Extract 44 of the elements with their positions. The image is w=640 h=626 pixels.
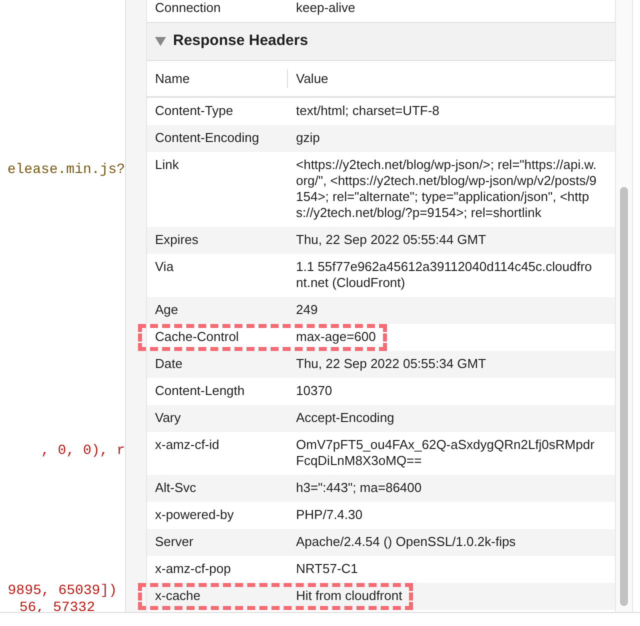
header-name: Link (154, 157, 180, 174)
header-value: text/html; charset=UTF-8 (296, 103, 440, 118)
header-value: keep-alive (295, 0, 356, 16)
code-text: 9895, 65039]) (8, 583, 117, 599)
header-name: Connection (154, 0, 222, 16)
header-value: h3=":443"; ma=86400 (296, 480, 422, 495)
header-name: Alt-Svc (154, 480, 198, 496)
header-name: Cache-Control (154, 329, 240, 345)
column-header: Name (147, 68, 288, 88)
section-title: Response Headers (173, 31, 308, 51)
header-value: 1.1 55f77e962a45612a39112040d114c45c.cloudfront.net (CloudFront) (296, 259, 592, 290)
header-name: Via (154, 259, 175, 276)
header-name: x-powered-by (154, 507, 235, 523)
header-value: OmV7pFT5_ou4FAx_62Q-aSxdygQRn2Lfj0sRMpdrFcqDiLnM8X3oMQ== (296, 437, 594, 468)
header-name: x-amz-cf-pop (154, 561, 232, 577)
header-value: PHP/7.4.30 (296, 507, 362, 522)
scrollbar-thumb[interactable] (620, 187, 628, 606)
header-value: Accept-Encoding (296, 410, 394, 425)
header-value: Thu, 22 Sep 2022 05:55:44 GMT (296, 232, 486, 247)
header-value: Thu, 22 Sep 2022 05:55:34 GMT (296, 356, 486, 371)
header-name: x-cache (154, 588, 202, 604)
header-name: Age (154, 302, 180, 318)
column-header: Value (295, 70, 328, 88)
header-name: Content-Type (154, 103, 234, 119)
header-value: <https://y2tech.net/blog/wp-json/>; rel="https://api.w.org/", <https://y2tech.net/blog/wp-json/wp/v2/posts/9154>; rel="alternate"; type="application/json", <https://y2tech.net/blog/?p=9154>; rel=shortlink (296, 157, 597, 220)
header-value: 10370 (296, 383, 332, 398)
disclosure-triangle-down-icon[interactable] (155, 36, 166, 47)
header-value: max-age=600 (296, 329, 376, 344)
header-value: Hit from cloudfront (296, 588, 402, 603)
header-name: Date (154, 356, 184, 372)
header-name: Content-Encoding (154, 130, 260, 146)
code-text: elease.min.js? (7, 162, 125, 178)
section-header[interactable]: Response Headers (147, 22, 615, 60)
header-name: Vary (154, 410, 182, 426)
header-name: x-amz-cf-id (154, 437, 220, 454)
header-name: Expires (154, 232, 200, 248)
code-text: , 0, 0), r (40, 443, 125, 459)
header-name: Content-Length (154, 383, 246, 399)
header-value: gzip (296, 130, 320, 145)
code-text: 56, 57332 (19, 600, 95, 616)
header-value: Apache/2.4.54 () OpenSSL/1.0.2k-fips (296, 534, 516, 549)
header-name: Server (154, 534, 194, 550)
header-value: 249 (296, 302, 318, 317)
header-value: NRT57-C1 (296, 561, 358, 576)
